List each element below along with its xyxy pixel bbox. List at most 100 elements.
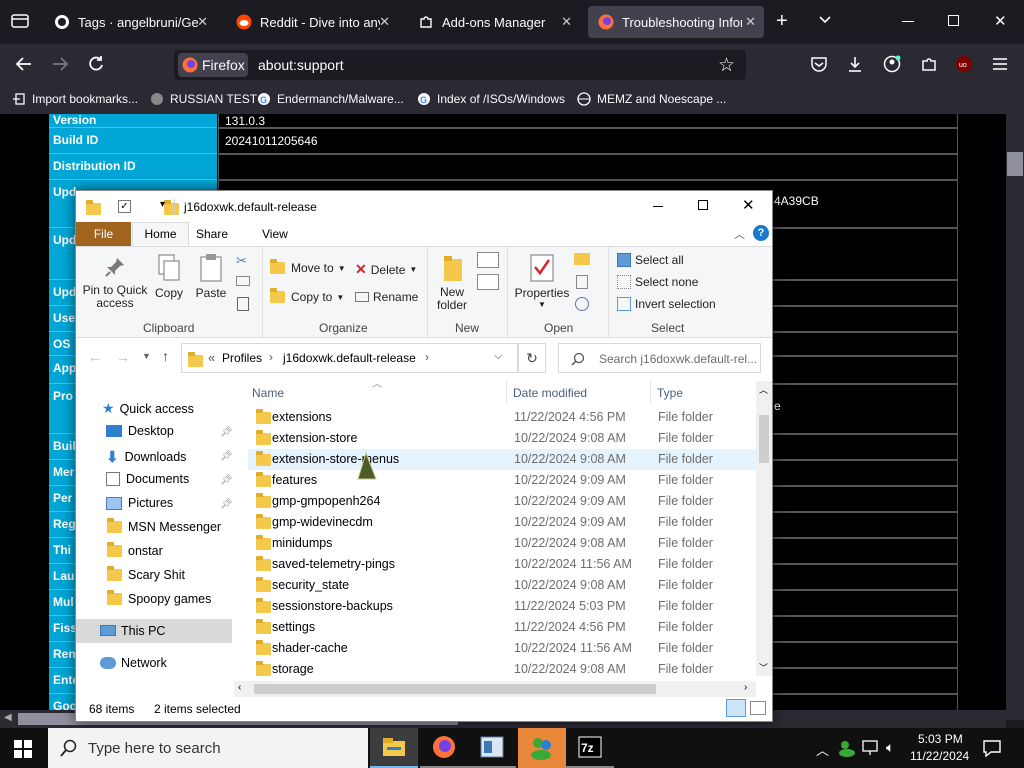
address-dropdown-icon[interactable]: ⌵ [494,350,502,363]
scroll-down-icon[interactable]: ﹀ [759,661,768,674]
tab-addons[interactable]: Add-ons Manager ✕ [408,6,580,38]
rename-button[interactable]: Rename [355,290,418,304]
ribbon-tab-file[interactable]: File [76,222,131,246]
close-icon[interactable]: ✕ [561,14,572,30]
collapse-ribbon-icon[interactable]: ︿ [734,226,745,242]
file-row[interactable]: extension-store-menus 10/22/2024 9:08 AM F… [248,449,756,470]
download-icon[interactable] [846,55,864,78]
move-to-button[interactable]: Move to ▼ [270,259,346,275]
close-icon[interactable]: ✕ [742,196,755,214]
history-icon[interactable] [575,297,589,311]
nav-documents[interactable]: Documents [106,472,189,486]
ribbon-tab-view[interactable]: View [262,227,288,241]
back-button[interactable]: ← [88,349,102,365]
ribbon-tab-share[interactable]: Share [196,227,228,241]
maximize-icon[interactable] [698,200,708,210]
nav-this-pc[interactable]: This PC [76,619,232,643]
taskbar-app-window[interactable] [468,728,516,768]
taskbar-search-box[interactable]: Type here to search [48,728,368,768]
file-list-hscrollbar[interactable]: ‹ › [234,681,756,697]
search-box[interactable]: Search j16doxwk.default-rel... [558,343,761,373]
back-icon[interactable] [14,54,34,79]
recent-locations-icon[interactable]: ▼ [142,351,151,361]
edit-icon[interactable] [576,275,588,289]
taskbar-file-explorer[interactable] [370,728,418,768]
scroll-up-icon[interactable]: ︿ [759,383,768,396]
ribbon-tab-home[interactable]: Home [132,222,189,247]
breadcrumb-profiles[interactable]: Profiles [222,351,262,365]
file-row[interactable]: gmp-widevinecdm 10/22/2024 9:09 AM File fo… [248,512,756,533]
nav-network[interactable]: Network [100,656,167,670]
identity-box[interactable]: Firefox [178,53,248,77]
scrollbar-thumb[interactable] [1007,152,1023,176]
file-row[interactable]: features 10/22/2024 9:09 AM File folder [248,470,756,491]
file-row[interactable]: settings 11/22/2024 4:56 PM File folder [248,617,756,638]
column-header-date[interactable]: Date modified [513,386,587,400]
scroll-left-icon[interactable]: ‹ [238,682,241,693]
select-all-button[interactable]: Select all [617,253,684,267]
extensions-icon[interactable] [920,55,938,78]
scrollbar-thumb[interactable] [254,684,656,694]
file-row[interactable]: gmp-gmpopenh264 10/22/2024 9:09 AM File fo… [248,491,756,512]
scroll-left-icon[interactable]: ◀ [4,712,12,723]
details-view-icon[interactable] [726,699,746,717]
nav-quick-access[interactable]: ★ Quick access [102,400,194,417]
restore-icon[interactable] [948,15,959,26]
paste-shortcut-icon[interactable] [237,297,249,311]
file-row[interactable]: extension-store 10/22/2024 9:08 AM File fo… [248,428,756,449]
copy-to-button[interactable]: Copy to ▼ [270,288,344,304]
nav-folder-scary[interactable]: Scary Shit [107,566,185,582]
invert-selection-button[interactable]: Invert selection [617,297,716,311]
help-icon[interactable]: ? [753,225,769,241]
close-icon[interactable]: ✕ [745,14,756,30]
account-icon[interactable] [883,55,901,78]
close-icon[interactable]: ✕ [379,14,390,30]
open-icon[interactable] [574,253,590,265]
delete-button[interactable]: ✕ Delete ▼ [355,261,417,278]
menu-icon[interactable] [991,55,1009,78]
tray-overflow-icon[interactable]: ︿ [816,740,829,759]
chevron-down-icon[interactable] [817,12,833,31]
tab-troubleshooting[interactable]: Troubleshooting Inform ✕ [588,6,764,38]
up-button[interactable]: ↑ [162,348,169,364]
scrollbar-thumb[interactable] [759,415,769,463]
breadcrumb-current[interactable]: j16doxwk.default-release [283,351,416,365]
properties-button[interactable]: Properties ▼ [511,253,573,309]
pocket-icon[interactable] [810,55,828,78]
forward-icon[interactable] [50,54,70,79]
url-text[interactable]: about:support [258,57,344,73]
refresh-button[interactable]: ↻ [518,343,546,373]
close-window-icon[interactable]: ✕ [994,12,1007,30]
scroll-right-icon[interactable]: › [744,682,747,693]
ublock-icon[interactable]: uo [955,55,973,78]
taskbar-firefox[interactable] [420,728,468,768]
clock-date[interactable]: 11/22/2024 [910,749,969,763]
clock-time[interactable]: 5:03 PM [918,732,963,746]
copy-path-icon[interactable] [236,276,250,286]
file-row[interactable]: security_state 10/22/2024 9:08 AM File fol… [248,575,756,596]
nav-desktop[interactable]: Desktop [106,424,174,438]
address-bar[interactable]: « Profiles › j16doxwk.default-release › … [181,343,518,373]
copy-button[interactable]: Copy [154,253,184,300]
breadcrumb-overflow[interactable]: « [208,350,215,365]
bookmark-memz[interactable]: MEMZ and Noescape ... [577,92,726,106]
taskbar-7zip[interactable]: 7z [566,728,614,768]
star-icon[interactable]: ☆ [718,54,735,77]
nav-folder-msn[interactable]: MSN Messenger [107,518,221,534]
qat-dropdown-icon[interactable]: ▾ [160,199,165,210]
reload-icon[interactable] [86,54,106,79]
windows-start-icon[interactable] [14,740,32,761]
url-bar[interactable]: Firefox about:support ☆ [174,50,746,80]
easy-access-icon[interactable] [477,274,499,290]
bookmark-russian-test[interactable]: RUSSIAN TEST [150,92,257,106]
tab-reddit[interactable]: Reddit - Dive into anyth ✕ [226,6,398,38]
bookmark-endermanch[interactable]: G Endermanch/Malware... [257,92,404,106]
new-item-icon[interactable] [477,252,499,268]
forward-button[interactable]: → [116,349,130,365]
minimize-icon[interactable] [653,206,663,207]
select-none-button[interactable]: Select none [617,275,698,289]
file-row[interactable]: minidumps 10/22/2024 9:08 AM File folder [248,533,756,554]
large-icons-view-icon[interactable] [750,701,766,715]
column-header-name[interactable]: Name [252,386,284,400]
nav-folder-onstar[interactable]: onstar [107,542,163,558]
